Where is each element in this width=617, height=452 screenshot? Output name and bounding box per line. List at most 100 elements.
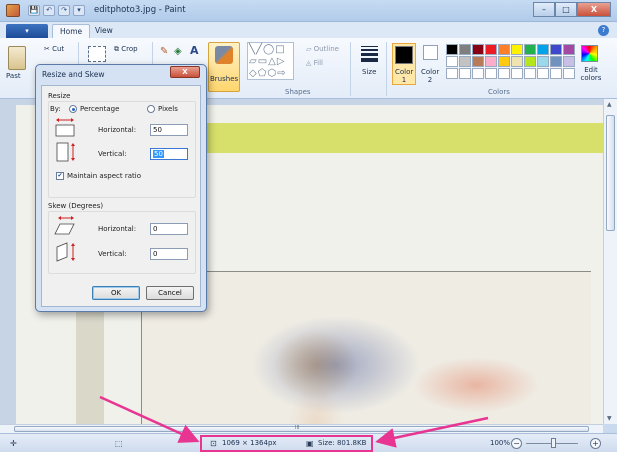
scroll-up-icon[interactable]: ▲ <box>607 101 612 108</box>
palette-swatch[interactable] <box>472 56 484 67</box>
fill-icon[interactable]: ◈ <box>174 46 182 57</box>
size-icon[interactable] <box>361 46 378 64</box>
file-size-icon: ▣ <box>306 439 314 448</box>
ribbon-tabs: ▾ Home View ? <box>0 22 617 38</box>
ribbon-divider <box>350 42 351 96</box>
skew-horizontal-input[interactable]: 0 <box>150 223 188 235</box>
palette-swatch[interactable] <box>446 56 458 67</box>
cancel-button[interactable]: Cancel <box>146 286 194 300</box>
skew-section-title: Skew (Degrees) <box>48 202 104 210</box>
vertical-scrollbar[interactable]: ▲ ▼ <box>603 99 617 424</box>
palette-swatch[interactable] <box>498 44 510 55</box>
zoom-in-button[interactable]: + <box>590 438 601 449</box>
edit-colors-icon[interactable] <box>581 45 598 62</box>
horizontal-scrollbar[interactable]: III <box>0 424 603 433</box>
file-size: Size: 801.8KB <box>318 439 367 447</box>
vertical-scroll-thumb[interactable] <box>606 115 615 231</box>
status-bar: ✛ ⬚ ⊡ 1069 × 1364px ▣ Size: 801.8KB 100%… <box>0 433 617 452</box>
palette-swatch[interactable] <box>485 44 497 55</box>
palette-swatch[interactable] <box>524 68 536 79</box>
palette-swatch[interactable] <box>524 44 536 55</box>
dialog-close-button[interactable]: X <box>170 66 200 78</box>
sketch-artwork <box>176 275 556 424</box>
help-icon[interactable]: ? <box>598 25 609 36</box>
close-button[interactable]: X <box>577 2 611 17</box>
pencil-icon[interactable]: ✎ <box>160 46 168 57</box>
image-dimensions: 1069 × 1364px <box>222 439 277 447</box>
palette-swatch[interactable] <box>485 68 497 79</box>
fill-bucket-icon: ◬ <box>306 59 314 67</box>
color-palette <box>446 44 575 79</box>
tab-view[interactable]: View <box>88 24 120 38</box>
palette-swatch[interactable] <box>550 68 562 79</box>
color1-swatch <box>395 46 413 64</box>
maintain-aspect-checkbox[interactable]: ✔ <box>56 172 64 180</box>
minimize-button[interactable]: – <box>533 2 555 17</box>
resize-horizontal-icon <box>55 118 75 137</box>
palette-swatch[interactable] <box>563 68 575 79</box>
text-tool-icon[interactable]: A <box>190 44 199 57</box>
outline-icon: ▱ <box>306 45 314 53</box>
shapes-gallery[interactable]: ╲╱◯□ ▱▭△▷ ◇⬠⬡⇨ <box>247 42 294 80</box>
resize-section-title: Resize <box>48 92 71 100</box>
palette-swatch[interactable] <box>511 56 523 67</box>
palette-swatch[interactable] <box>472 44 484 55</box>
palette-swatch[interactable] <box>498 56 510 67</box>
brush-icon <box>215 46 233 64</box>
cut-label: Cut <box>52 45 65 53</box>
palette-swatch[interactable] <box>459 56 471 67</box>
zoom-slider-thumb[interactable] <box>551 438 556 448</box>
maximize-button[interactable]: □ <box>555 2 577 17</box>
resize-vertical-input[interactable]: 50 <box>150 148 188 160</box>
select-icon[interactable] <box>88 46 106 62</box>
tab-home[interactable]: Home <box>52 24 91 38</box>
colors-group-label: Colors <box>488 88 510 96</box>
cut-button[interactable]: ✂ Cut <box>44 45 64 53</box>
color2-button[interactable] <box>423 45 438 60</box>
palette-swatch[interactable] <box>537 68 549 79</box>
selection-size-icon: ⬚ <box>115 439 123 448</box>
horizontal-scroll-thumb[interactable]: III <box>14 425 589 432</box>
image-dimensions-icon: ⊡ <box>210 439 217 448</box>
palette-swatch[interactable] <box>524 56 536 67</box>
palette-swatch[interactable] <box>485 56 497 67</box>
edit-colors-label[interactable]: Edit colors <box>578 66 604 82</box>
palette-swatch[interactable] <box>446 44 458 55</box>
palette-swatch[interactable] <box>459 44 471 55</box>
scroll-down-icon[interactable]: ▼ <box>607 415 612 422</box>
palette-swatch[interactable] <box>550 56 562 67</box>
size-label[interactable]: Size <box>362 68 376 76</box>
palette-swatch[interactable] <box>459 68 471 79</box>
pixels-radio[interactable] <box>147 105 155 113</box>
dialog-title: Resize and Skew <box>42 70 105 79</box>
shapes-group-label: Shapes <box>285 88 311 96</box>
by-label: By: <box>50 105 61 113</box>
percentage-radio[interactable] <box>69 105 77 113</box>
paste-icon[interactable] <box>8 46 26 70</box>
color1-label: Color 1 <box>395 68 414 84</box>
fill-shape-button[interactable]: ◬ Fill <box>306 59 323 67</box>
paint-menu-button[interactable]: ▾ <box>6 24 48 38</box>
resize-horizontal-input[interactable]: 50 <box>150 124 188 136</box>
outline-label: Outline <box>313 45 339 53</box>
color2-label: Color 2 <box>421 68 440 84</box>
palette-swatch[interactable] <box>446 68 458 79</box>
palette-swatch[interactable] <box>563 56 575 67</box>
palette-swatch[interactable] <box>537 56 549 67</box>
crop-button[interactable]: ⧉ Crop <box>114 45 138 54</box>
zoom-level: 100% <box>490 439 511 447</box>
paste-button[interactable]: Past <box>6 72 21 80</box>
resize-vertical-label: Vertical: <box>98 150 127 158</box>
palette-swatch[interactable] <box>498 68 510 79</box>
zoom-out-button[interactable]: − <box>511 438 522 449</box>
ok-button[interactable]: OK <box>92 286 140 300</box>
palette-swatch[interactable] <box>511 44 523 55</box>
palette-swatch[interactable] <box>563 44 575 55</box>
outline-button[interactable]: ▱ Outline <box>306 45 339 53</box>
palette-swatch[interactable] <box>472 68 484 79</box>
palette-swatch[interactable] <box>511 68 523 79</box>
palette-swatch[interactable] <box>537 44 549 55</box>
palette-swatch[interactable] <box>550 44 562 55</box>
skew-vertical-input[interactable]: 0 <box>150 248 188 260</box>
resize-vertical-selected-text: 50 <box>153 150 164 158</box>
